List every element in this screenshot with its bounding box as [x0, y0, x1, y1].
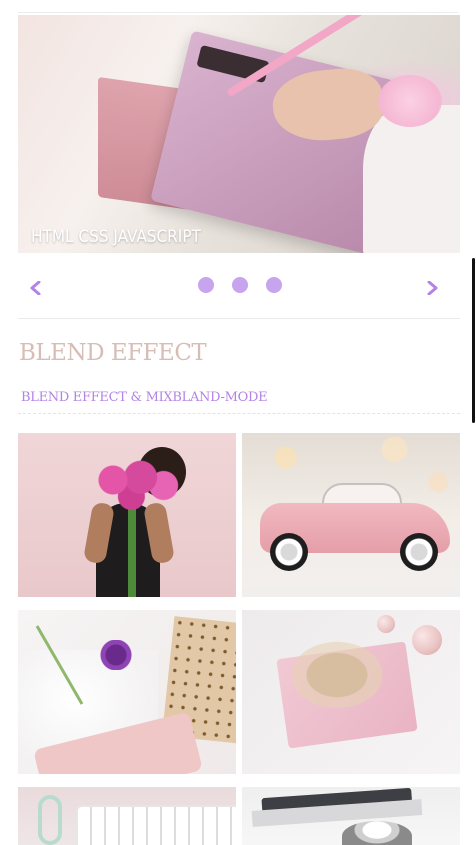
slide-caption: HTML CSS JAVASCRIPT — [31, 227, 201, 247]
woman-with-flowers-image[interactable] — [18, 433, 236, 597]
flatlay-flowers-image[interactable] — [18, 610, 236, 774]
slider-controls — [18, 268, 460, 304]
section-divider — [18, 318, 460, 319]
gift-bow-image[interactable] — [242, 610, 460, 774]
car-wheel-rear — [400, 533, 438, 571]
slider-dot-3[interactable] — [266, 277, 282, 293]
section-title: BLEND EFFECT — [19, 340, 207, 366]
next-slide-button[interactable] — [420, 272, 444, 300]
chevron-right-icon — [425, 271, 439, 301]
top-divider — [18, 12, 458, 13]
page-scrollbar[interactable] — [472, 258, 475, 423]
sleeve — [363, 105, 460, 253]
gift-bow — [282, 635, 392, 715]
slide-image — [18, 15, 460, 253]
car-wheel-front — [270, 533, 308, 571]
section-subtitle: BLEND EFFECT & MIXBLAND-MODE — [21, 390, 268, 405]
pink-car-image[interactable] — [242, 433, 460, 597]
ornament-ball-small — [377, 615, 395, 633]
keyboard — [78, 807, 236, 845]
subtitle-divider — [18, 413, 460, 414]
keyboard-image[interactable] — [18, 787, 236, 845]
slider-dot-1[interactable] — [198, 277, 214, 293]
flower-bouquet — [90, 458, 182, 513]
image-slider[interactable]: HTML CSS JAVASCRIPT — [18, 15, 460, 253]
coffee-cup — [342, 821, 412, 845]
headphone-cable — [38, 795, 62, 845]
slider-dots — [198, 277, 282, 293]
laptop-cup-image[interactable] — [242, 787, 460, 845]
slider-dot-2[interactable] — [232, 277, 248, 293]
flower-stems — [128, 508, 136, 597]
purple-flower — [98, 640, 134, 670]
chevron-left-icon — [29, 271, 43, 301]
prev-slide-button[interactable] — [24, 272, 48, 300]
pen-pompom — [378, 75, 442, 127]
ornament-ball — [412, 625, 442, 655]
